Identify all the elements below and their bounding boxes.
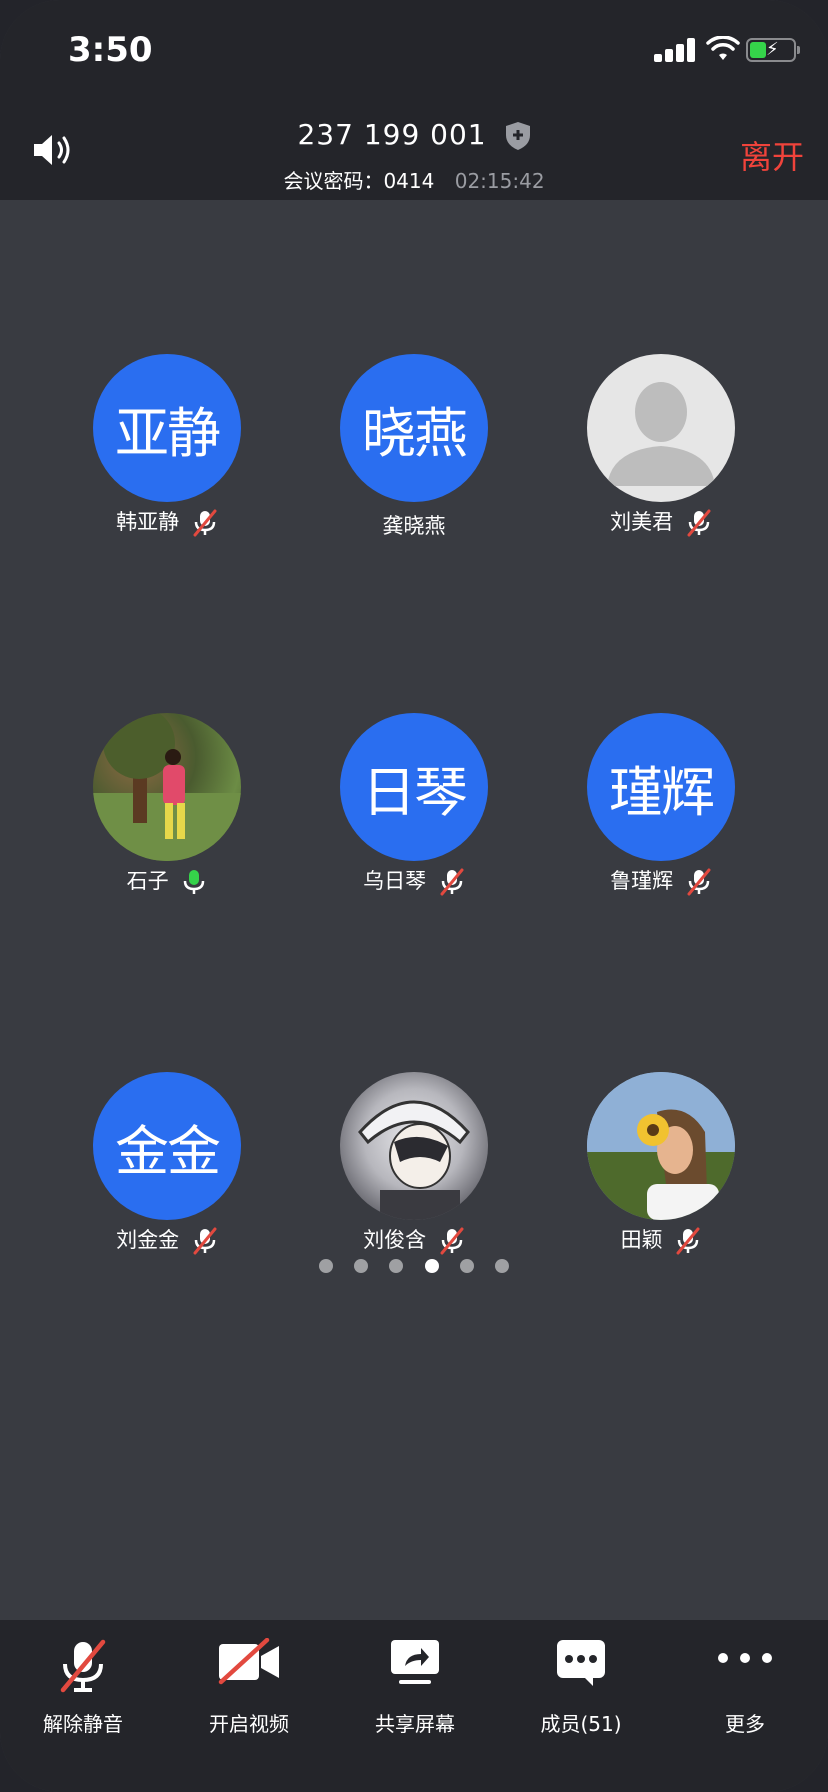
- share-screen-icon: [391, 1640, 439, 1684]
- participant-name-row: 石子: [67, 865, 267, 896]
- unmute-button[interactable]: 解除静音: [0, 1620, 166, 1760]
- photo-woman-image: [587, 1072, 735, 1220]
- members-label: 成员(51): [540, 1712, 622, 1736]
- mic-muted-icon: [676, 1227, 700, 1255]
- avatar: 金金: [93, 1072, 241, 1220]
- unmute-label: 解除静音: [43, 1712, 123, 1736]
- participant-name: 韩亚静: [116, 510, 180, 534]
- participant-name-row: 刘金金: [67, 1224, 267, 1255]
- share-screen-label: 共享屏幕: [375, 1712, 455, 1736]
- participant-name-row: 刘俊含: [314, 1224, 514, 1255]
- participant-tile[interactable]: 石子: [67, 713, 267, 913]
- wifi-icon: [706, 36, 740, 60]
- avatar: 日琴: [340, 713, 488, 861]
- page-dot[interactable]: [319, 1259, 334, 1273]
- participant-tile[interactable]: 刘美君: [561, 354, 761, 554]
- photo-girl-image: [93, 713, 241, 861]
- participant-name: 鲁瑾辉: [610, 869, 674, 893]
- page-dot[interactable]: [459, 1259, 474, 1273]
- mic-muted-icon: [440, 868, 464, 896]
- meeting-screen: 3:50 ⚡ 237 199 001 会议密码：0414 02:15:42 离开…: [0, 0, 828, 1792]
- mic-muted-icon: [60, 1639, 106, 1693]
- participant-name-row: 韩亚静: [67, 506, 267, 537]
- meeting-timer: 02:15:42: [454, 169, 545, 193]
- page-dot[interactable]: [389, 1259, 404, 1273]
- chat-members-icon: [557, 1640, 605, 1686]
- participant-tile[interactable]: 刘俊含: [314, 1072, 514, 1272]
- mic-muted-icon: [193, 509, 217, 537]
- page-indicator[interactable]: [0, 1258, 828, 1277]
- members-button[interactable]: 成员(51): [498, 1620, 664, 1760]
- avatar-photo: [587, 1072, 735, 1220]
- participant-tile[interactable]: 日琴 乌日琴: [314, 713, 514, 913]
- participant-name: 乌日琴: [363, 869, 427, 893]
- participant-name: 石子: [126, 869, 169, 893]
- share-screen-button[interactable]: 共享屏幕: [332, 1620, 498, 1760]
- default-user-icon: [607, 382, 715, 486]
- photo-anime-image: [358, 1100, 470, 1220]
- video-off-icon: [218, 1638, 279, 1685]
- signal-icon: [654, 38, 695, 62]
- participant-tile[interactable]: 田颖: [561, 1072, 761, 1272]
- participant-tile[interactable]: 金金 刘金金: [67, 1072, 267, 1272]
- status-time: 3:50: [68, 30, 153, 70]
- meeting-info: 会议密码：0414 02:15:42: [0, 165, 828, 194]
- more-dots-icon: [718, 1653, 772, 1663]
- mic-muted-icon: [193, 1227, 217, 1255]
- meeting-id-text: 237 199 001: [297, 118, 487, 151]
- avatar: 亚静: [93, 354, 241, 502]
- participant-name: 田颖: [620, 1228, 663, 1252]
- more-button[interactable]: 更多: [662, 1620, 828, 1760]
- avatar: [587, 354, 735, 502]
- participant-name: 刘俊含: [363, 1228, 427, 1252]
- participant-name: 刘美君: [610, 510, 674, 534]
- participant-name: 龚晓燕: [382, 514, 446, 538]
- page-dot[interactable]: [494, 1259, 509, 1273]
- bottom-toolbar: 解除静音 开启视频 共享屏幕 成员(51) 更多: [0, 1620, 828, 1792]
- mic-active-icon: [184, 870, 205, 894]
- mic-muted-icon: [440, 1227, 464, 1255]
- meeting-id[interactable]: 237 199 001: [0, 118, 828, 151]
- participant-tile[interactable]: 亚静 韩亚静: [67, 354, 267, 554]
- participant-name-row: 鲁瑾辉: [561, 865, 761, 896]
- avatar-photo: [93, 713, 241, 861]
- participant-name-row: 田颖: [561, 1224, 761, 1255]
- start-video-button[interactable]: 开启视频: [166, 1620, 332, 1760]
- participant-name-row: 龚晓燕: [314, 510, 514, 540]
- mic-muted-icon: [687, 868, 711, 896]
- mic-muted-icon: [687, 509, 711, 537]
- avatar: 晓燕: [340, 354, 488, 502]
- leave-button[interactable]: 离开: [740, 132, 804, 178]
- avatar-photo: [340, 1072, 488, 1220]
- more-label: 更多: [725, 1712, 765, 1736]
- participant-name: 刘金金: [116, 1228, 180, 1252]
- top-bar: 3:50 ⚡ 237 199 001 会议密码：0414 02:15:42 离开: [0, 0, 828, 200]
- page-dot[interactable]: [354, 1259, 369, 1273]
- battery-icon: ⚡: [746, 38, 800, 62]
- page-dot-active[interactable]: [424, 1259, 439, 1273]
- participant-name-row: 乌日琴: [314, 865, 514, 896]
- participant-tile[interactable]: 晓燕 龚晓燕: [314, 354, 514, 554]
- avatar: 瑾辉: [587, 713, 735, 861]
- start-video-label: 开启视频: [209, 1712, 289, 1736]
- participant-tile[interactable]: 瑾辉 鲁瑾辉: [561, 713, 761, 913]
- shield-icon: [505, 122, 530, 150]
- meeting-password: 会议密码：0414: [283, 169, 435, 193]
- participant-name-row: 刘美君: [561, 506, 761, 537]
